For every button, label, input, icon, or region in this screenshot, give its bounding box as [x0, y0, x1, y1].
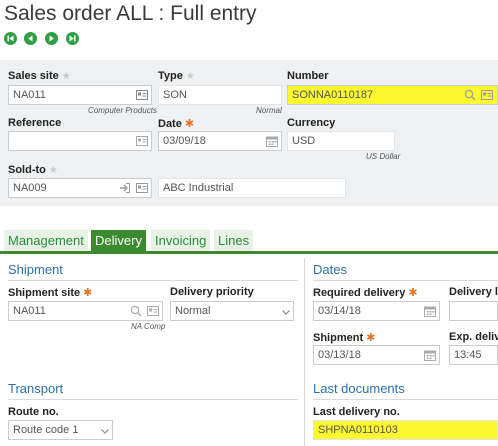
- previous-icon[interactable]: [24, 32, 37, 45]
- delivery-priority-select[interactable]: Normal: [170, 301, 294, 321]
- section-divider: [313, 280, 498, 281]
- calendar-icon[interactable]: [266, 135, 278, 147]
- last-icon[interactable]: [66, 32, 79, 45]
- column-divider: [304, 258, 305, 446]
- type-description: Normal: [256, 106, 282, 115]
- required-icon: ✱: [184, 118, 195, 130]
- expected-delivery-value: 13:45: [454, 349, 482, 361]
- sales-site-field[interactable]: NA011: [8, 85, 152, 105]
- page-title: Sales order ALL : Full entry: [4, 2, 257, 25]
- card-icon[interactable]: [136, 89, 148, 101]
- card-icon[interactable]: [136, 182, 148, 194]
- tab-lines[interactable]: Lines: [214, 230, 254, 251]
- currency-field[interactable]: USD: [287, 131, 395, 151]
- star-icon[interactable]: ★: [186, 71, 195, 82]
- search-icon[interactable]: [464, 89, 476, 101]
- chevron-down-icon[interactable]: [280, 306, 292, 318]
- sold-to-name-field[interactable]: ABC Industrial: [158, 178, 346, 198]
- next-icon[interactable]: [45, 32, 58, 45]
- card-icon[interactable]: [136, 135, 148, 147]
- required-icon: ✱: [83, 287, 93, 299]
- section-divider: [8, 280, 298, 281]
- card-icon[interactable]: [147, 305, 159, 317]
- required-delivery-value: 03/14/18: [318, 305, 361, 317]
- search-icon[interactable]: [130, 305, 142, 317]
- section-divider: [313, 399, 498, 400]
- shipment-site-value: NA011: [13, 305, 46, 317]
- type-value: SON: [163, 89, 187, 101]
- calendar-icon[interactable]: [424, 349, 436, 361]
- delivery-lead-time-label: Delivery lea: [449, 286, 498, 298]
- required-icon: ✱: [408, 287, 418, 299]
- tab-underline: [0, 251, 498, 254]
- transport-section-title: Transport: [8, 381, 64, 396]
- delivery-priority-label: Delivery priority: [170, 286, 254, 298]
- type-label: Type ★: [158, 70, 195, 82]
- shipment-site-description: NA Comp: [131, 322, 166, 331]
- sales-site-value: NA011: [13, 89, 46, 101]
- shipment-date-label: Shipment ✱: [313, 332, 376, 344]
- shipment-section-title: Shipment: [8, 262, 63, 277]
- currency-value: USD: [292, 135, 316, 147]
- expected-delivery-field[interactable]: 13:45: [449, 345, 498, 365]
- last-delivery-no-value: SHPNA0110103: [318, 424, 398, 436]
- sold-to-value: NA009: [13, 182, 47, 194]
- shipment-date-field[interactable]: 03/13/18: [313, 345, 440, 365]
- shipment-site-field[interactable]: NA011: [8, 301, 163, 321]
- type-field[interactable]: SON: [158, 85, 282, 105]
- route-no-value: Route code 1: [13, 424, 79, 436]
- shipment-date-value: 03/13/18: [318, 349, 361, 361]
- number-field[interactable]: SONNA0110187: [287, 85, 498, 105]
- delivery-priority-value: Normal: [175, 305, 211, 317]
- expected-delivery-label: Exp. deliver: [449, 331, 498, 343]
- sold-to-field[interactable]: NA009: [8, 178, 152, 198]
- sales-site-description: Computer Products: [88, 106, 157, 115]
- date-field[interactable]: 03/09/18: [158, 131, 282, 151]
- chevron-down-icon[interactable]: [99, 425, 111, 437]
- last-delivery-no-field[interactable]: SHPNA0110103: [313, 420, 498, 440]
- route-no-label: Route no.: [8, 406, 59, 418]
- required-delivery-label: Required delivery ✱: [313, 287, 418, 299]
- delivery-lead-time-field[interactable]: [449, 301, 498, 321]
- date-value: 03/09/18: [163, 135, 206, 147]
- dates-section-title: Dates: [313, 262, 347, 277]
- shipment-site-label: Shipment site ✱: [8, 287, 93, 299]
- sold-to-label: Sold-to ★: [8, 164, 58, 176]
- sold-to-name-value: ABC Industrial: [163, 182, 234, 194]
- sales-site-label: Sales site ★: [8, 70, 71, 82]
- card-icon[interactable]: [481, 89, 493, 101]
- last-documents-section-title: Last documents: [313, 381, 405, 396]
- required-delivery-field[interactable]: 03/14/18: [313, 301, 440, 321]
- tab-management[interactable]: Management: [4, 230, 88, 251]
- number-label: Number: [287, 70, 329, 82]
- number-value: SONNA0110187: [292, 89, 374, 101]
- date-label: Date ✱: [158, 118, 195, 130]
- currency-label: Currency: [287, 117, 336, 129]
- tab-delivery[interactable]: Delivery: [91, 230, 146, 251]
- star-icon[interactable]: ★: [62, 71, 71, 82]
- last-delivery-no-label: Last delivery no.: [313, 406, 400, 418]
- section-divider: [8, 399, 298, 400]
- calendar-icon[interactable]: [424, 305, 436, 317]
- required-icon: ✱: [366, 332, 376, 344]
- star-icon[interactable]: ★: [49, 165, 58, 176]
- first-icon[interactable]: [4, 32, 17, 45]
- reference-label: Reference: [8, 117, 62, 129]
- currency-description: US Dollar: [366, 152, 401, 161]
- route-no-select[interactable]: Route code 1: [8, 420, 113, 440]
- tab-invoicing[interactable]: Invoicing: [151, 230, 211, 251]
- arrow-link-icon[interactable]: [119, 182, 131, 194]
- reference-field[interactable]: [8, 131, 152, 151]
